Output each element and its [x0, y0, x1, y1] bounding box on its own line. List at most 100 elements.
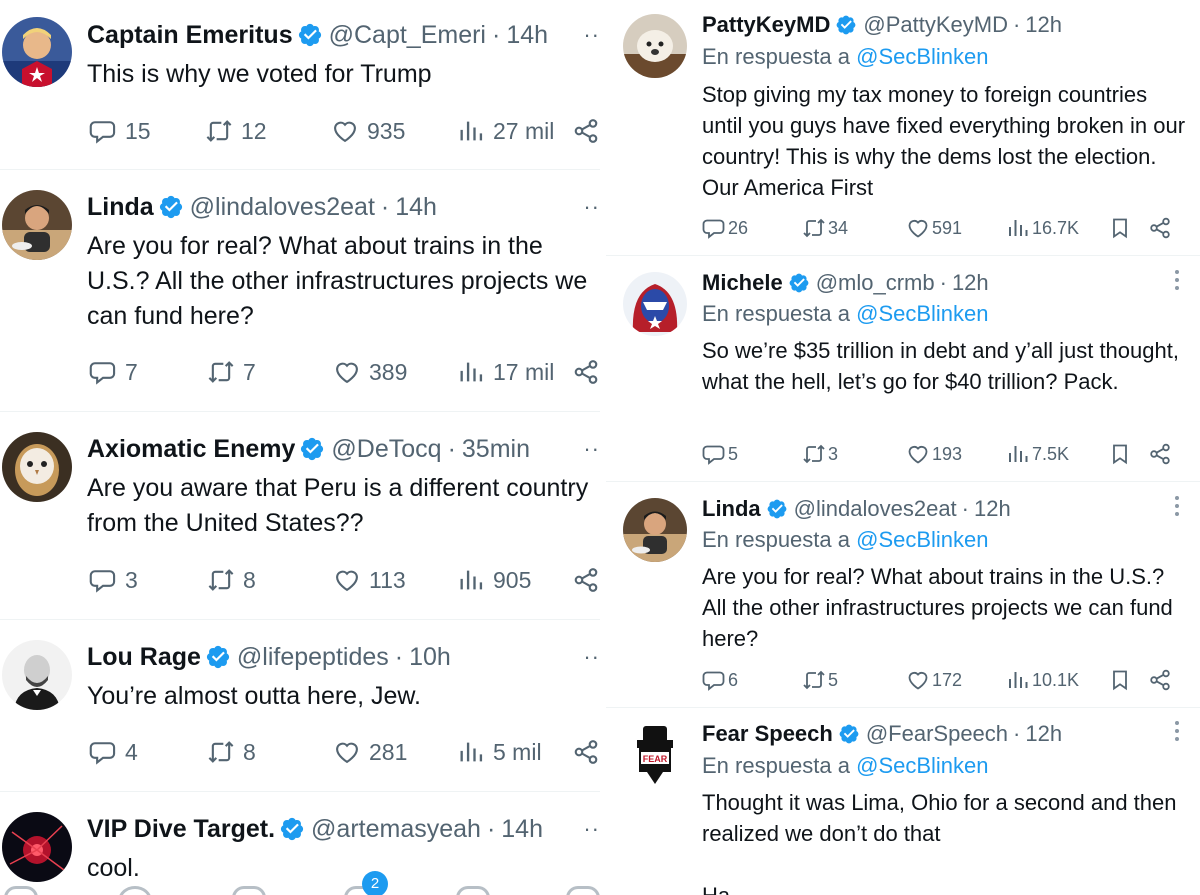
avatar[interactable] — [623, 14, 687, 78]
tweet-card[interactable]: PattyKeyMD @PattyKeyMD · 12h En respuest… — [606, 0, 1200, 256]
more-icon[interactable] — [1174, 270, 1180, 294]
more-icon[interactable] — [1174, 496, 1180, 520]
more-icon[interactable]: ·· — [579, 644, 600, 670]
handle[interactable]: @Capt_Emeri — [329, 21, 486, 50]
tweet-card[interactable]: Lou Rage @lifepeptides · 10h ·· You’re a… — [0, 620, 600, 792]
display-name[interactable]: VIP Dive Target. — [87, 815, 275, 844]
handle[interactable]: @FearSpeech — [866, 721, 1008, 747]
reply-to-link[interactable]: @SecBlinken — [856, 44, 988, 69]
share-button[interactable] — [572, 565, 600, 595]
reply-button[interactable]: 15 — [89, 116, 151, 146]
display-name[interactable]: PattyKeyMD — [702, 12, 830, 38]
display-name[interactable]: Fear Speech — [702, 721, 833, 747]
home-icon[interactable] — [4, 886, 38, 895]
display-name[interactable]: Captain Emeritus — [87, 21, 293, 50]
avatar[interactable] — [2, 640, 72, 710]
share-button[interactable] — [1148, 441, 1172, 467]
grok-icon[interactable] — [232, 886, 266, 895]
timestamp[interactable]: 10h — [409, 643, 451, 672]
more-icon[interactable]: ·· — [579, 22, 600, 48]
reply-button[interactable]: 6 — [702, 667, 738, 693]
share-button[interactable] — [572, 357, 600, 387]
reply-to-link[interactable]: @SecBlinken — [856, 527, 988, 552]
more-icon[interactable] — [1174, 721, 1180, 745]
views-button[interactable]: 5 mil — [457, 737, 542, 767]
communities-icon[interactable] — [566, 886, 600, 895]
timestamp[interactable]: 14h — [501, 815, 543, 844]
timestamp[interactable]: 12h — [1025, 12, 1062, 38]
handle[interactable]: @lindaloves2eat — [190, 193, 375, 222]
views-button[interactable]: 17 mil — [457, 357, 554, 387]
display-name[interactable]: Michele — [702, 270, 783, 296]
share-button[interactable] — [1148, 667, 1172, 693]
avatar[interactable] — [623, 498, 687, 562]
avatar[interactable] — [2, 17, 72, 87]
like-button[interactable]: 935 — [331, 116, 405, 146]
views-button[interactable]: 7.5K — [1006, 441, 1069, 467]
timestamp[interactable]: 12h — [1025, 721, 1062, 747]
repost-button[interactable]: 5 — [802, 667, 838, 693]
like-button[interactable]: 113 — [333, 565, 406, 595]
like-button[interactable]: 591 — [906, 215, 962, 241]
handle[interactable]: @mlo_crmb — [816, 270, 935, 296]
display-name[interactable]: Axiomatic Enemy — [87, 435, 295, 464]
avatar[interactable] — [2, 190, 72, 260]
views-button[interactable]: 10.1K — [1006, 667, 1079, 693]
timestamp[interactable]: 12h — [952, 270, 989, 296]
reply-to-link[interactable]: @SecBlinken — [856, 301, 988, 326]
handle[interactable]: @PattyKeyMD — [863, 12, 1008, 38]
bookmark-button[interactable] — [1108, 441, 1132, 467]
reply-button[interactable]: 7 — [89, 357, 138, 387]
repost-button[interactable]: 7 — [207, 357, 256, 387]
tweet-card[interactable]: Linda @lindaloves2eat · 12h En respuesta… — [606, 482, 1200, 708]
avatar[interactable]: FEAR — [623, 722, 687, 786]
share-button[interactable] — [1148, 215, 1172, 241]
reply-button[interactable]: 26 — [702, 215, 748, 241]
repost-button[interactable]: 12 — [205, 116, 267, 146]
timestamp[interactable]: 35min — [462, 435, 530, 464]
repost-button[interactable]: 8 — [207, 737, 256, 767]
display-name[interactable]: Linda — [702, 496, 761, 522]
more-icon[interactable]: ·· — [579, 436, 600, 462]
timestamp[interactable]: 12h — [974, 496, 1011, 522]
like-button[interactable]: 172 — [906, 667, 962, 693]
bookmark-button[interactable] — [1108, 215, 1132, 241]
like-button[interactable]: 281 — [333, 737, 407, 767]
repost-button[interactable]: 3 — [802, 441, 838, 467]
views-button[interactable]: 905 — [457, 565, 531, 595]
share-button[interactable] — [572, 737, 600, 767]
share-button[interactable] — [572, 116, 600, 146]
repost-button[interactable]: 34 — [802, 215, 848, 241]
bookmark-button[interactable] — [1108, 667, 1132, 693]
repost-button[interactable]: 8 — [207, 565, 256, 595]
avatar[interactable] — [2, 812, 72, 882]
views-icon — [1009, 672, 1028, 688]
tweet-card[interactable]: Captain Emeritus @Capt_Emeri · 14h ·· Th… — [0, 0, 600, 170]
views-button[interactable]: 27 mil — [457, 116, 554, 146]
like-button[interactable]: 389 — [333, 357, 407, 387]
tweet-card[interactable]: Michele @mlo_crmb · 12h En respuesta a @… — [606, 256, 1200, 482]
reply-button[interactable]: 5 — [702, 441, 738, 467]
handle[interactable]: @lindaloves2eat — [794, 496, 957, 522]
search-icon[interactable] — [118, 886, 152, 895]
reply-to-link[interactable]: @SecBlinken — [856, 753, 988, 778]
reply-button[interactable]: 4 — [89, 737, 138, 767]
tweet-card[interactable]: FEAR Fear Speech @FearSpeech · 12h En re… — [606, 708, 1200, 895]
avatar[interactable] — [2, 432, 72, 502]
display-name[interactable]: Linda — [87, 193, 154, 222]
timestamp[interactable]: 14h — [506, 21, 548, 50]
more-icon[interactable]: ·· — [579, 816, 600, 842]
tweet-card[interactable]: Linda @lindaloves2eat · 14h ·· Are you f… — [0, 170, 600, 412]
avatar[interactable] — [623, 272, 687, 336]
handle[interactable]: @lifepeptides — [237, 643, 389, 672]
timestamp[interactable]: 14h — [395, 193, 437, 222]
like-button[interactable]: 193 — [906, 441, 962, 467]
views-button[interactable]: 16.7K — [1006, 215, 1079, 241]
more-icon[interactable]: ·· — [579, 194, 600, 220]
reply-button[interactable]: 3 — [89, 565, 138, 595]
handle[interactable]: @DeTocq — [331, 435, 441, 464]
display-name[interactable]: Lou Rage — [87, 643, 201, 672]
tweet-card[interactable]: Axiomatic Enemy @DeTocq · 35min ·· Are y… — [0, 412, 600, 620]
handle[interactable]: @artemasyeah — [311, 815, 481, 844]
messages-icon[interactable] — [456, 886, 490, 895]
